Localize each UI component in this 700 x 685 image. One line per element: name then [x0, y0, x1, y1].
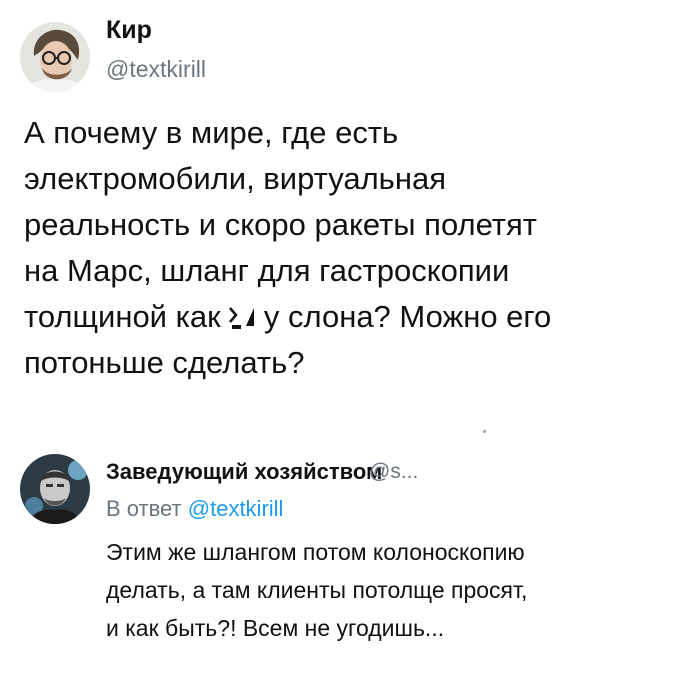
tweet-text: А почему в мире, где есть электромобили,…: [24, 110, 551, 386]
tweet-text-line: толщиной как у слона? Можно его: [24, 294, 551, 340]
reply-text: Этим же шлангом потом колоноскопию делат…: [106, 533, 527, 647]
tweet-text-fragment: толщиной как: [24, 299, 221, 334]
reply-author-avatar[interactable]: [20, 454, 90, 524]
author-name[interactable]: Кир: [106, 16, 152, 45]
tweet-text-fragment: у слона? Можно его: [263, 299, 552, 334]
tweet-text-line: реальность и скоро ракеты полетят: [24, 207, 537, 242]
reply-context: В ответ @textkirill: [106, 496, 283, 522]
reply-text-line: Этим же шлангом потом колоноскопию: [106, 539, 525, 565]
author-handle[interactable]: @textkirill: [106, 56, 206, 83]
author-avatar[interactable]: [20, 22, 90, 92]
tweet-text-line: электромобили, виртуальная: [24, 161, 446, 196]
reply-author-name[interactable]: Заведующий хозяйством: [106, 459, 382, 485]
reply-author-handle[interactable]: @s...: [369, 460, 418, 484]
reply-text-line: и как быть?! Всем не угодишь...: [106, 615, 445, 641]
reply-prefix: В ответ: [106, 496, 182, 521]
tweet-text-line: на Марс, шланг для гастроскопии: [24, 253, 510, 288]
separator-dot: [483, 430, 486, 433]
tweet-text-line: потоньше сделать?: [24, 345, 305, 380]
reply-text-line: делать, а там клиенты потолще просят,: [106, 577, 528, 603]
tweet-text-line: А почему в мире, где есть: [24, 115, 399, 150]
reply-mention-link[interactable]: @textkirill: [188, 496, 284, 521]
censored-word-graphic: [229, 297, 255, 329]
